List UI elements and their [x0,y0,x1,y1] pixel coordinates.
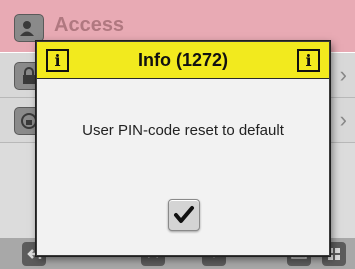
chevron-right-icon: › [339,107,347,132]
background-title: Access [54,14,125,36]
dialog-message: User PIN-code reset to default [82,122,284,139]
chevron-right-icon: › [339,62,347,87]
info-dialog: i Info (1272) i User PIN-code reset to d… [36,41,330,256]
dialog-header: i Info (1272) i [37,42,329,79]
checkmark-icon [174,206,194,223]
info-icon: i [297,49,320,72]
dialog-title: Info (1272) [137,50,229,70]
user-icon [14,14,44,42]
ok-button[interactable] [168,199,200,231]
